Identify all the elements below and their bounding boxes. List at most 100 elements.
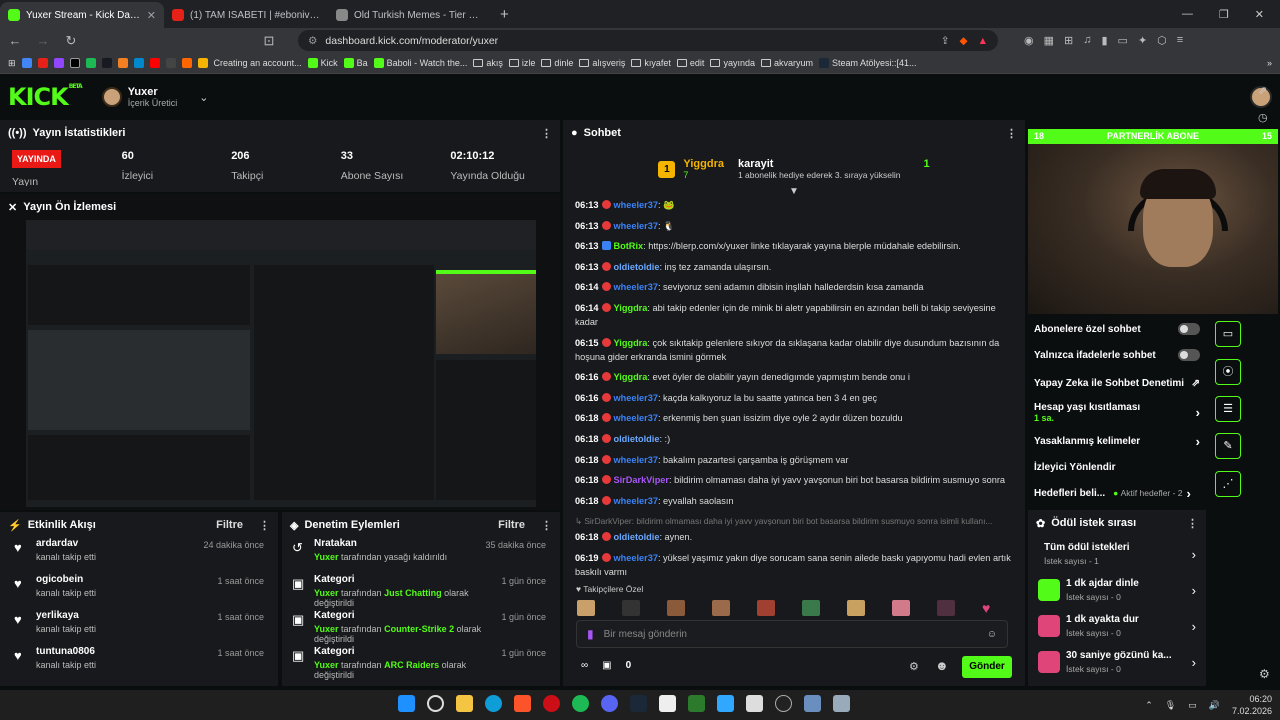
msg-user[interactable]: wheeler37 bbox=[614, 200, 658, 210]
mic-icon[interactable]: ▮ bbox=[587, 627, 594, 641]
bookmark-item[interactable]: Ba bbox=[343, 58, 368, 68]
shield-icon[interactable]: ◆ bbox=[960, 35, 968, 47]
msg-user[interactable]: wheeler37 bbox=[614, 553, 658, 563]
clock[interactable]: 06:20 7.02.2026 bbox=[1232, 693, 1272, 717]
bookmark-folder[interactable]: akış bbox=[473, 58, 503, 68]
reload-icon[interactable]: ↻ bbox=[64, 33, 78, 49]
edge-icon[interactable] bbox=[485, 695, 502, 712]
bookmark-item[interactable]: Kick bbox=[307, 58, 338, 68]
bookmark-item[interactable]: Steam Atölyesi::[41... bbox=[818, 58, 917, 68]
maximize-icon[interactable]: ❐ bbox=[1219, 8, 1229, 21]
msg-user[interactable]: wheeler37 bbox=[614, 393, 658, 403]
bookmark-site-icon[interactable] bbox=[117, 58, 128, 68]
avatar[interactable] bbox=[101, 87, 122, 107]
emote-only-toggle[interactable] bbox=[1178, 349, 1200, 361]
msg-user[interactable]: oldietoldie bbox=[614, 434, 660, 444]
search-icon[interactable] bbox=[427, 695, 444, 712]
reward-row[interactable]: 1 dk ajdar dinle İstek sayısı - 0 › bbox=[1028, 572, 1206, 608]
bookmark-site-icon[interactable] bbox=[197, 58, 208, 68]
msg-user[interactable]: Yiggdra bbox=[614, 303, 648, 313]
msg-user[interactable]: Yiggdra bbox=[614, 372, 648, 382]
share-icon[interactable]: ⋰ bbox=[1215, 471, 1241, 497]
google-icon[interactable] bbox=[21, 58, 32, 68]
brave-icon[interactable] bbox=[514, 695, 531, 712]
more-options-icon[interactable]: ⋮ bbox=[541, 519, 552, 532]
close-icon[interactable]: ✕ bbox=[147, 9, 156, 22]
new-tab-icon[interactable]: + bbox=[492, 6, 517, 28]
opera-icon[interactable] bbox=[543, 695, 560, 712]
emote-icon[interactable] bbox=[712, 600, 730, 616]
bookmark-site-icon[interactable] bbox=[181, 58, 192, 68]
filter-button[interactable]: Filtre bbox=[216, 519, 243, 531]
back-icon[interactable]: ← bbox=[8, 33, 22, 48]
address-bar[interactable]: ⚙ dashboard.kick.com/moderator/yuxer ⇪ ◆… bbox=[298, 30, 998, 51]
broadcast-icon[interactable]: ⦿ bbox=[1215, 359, 1241, 385]
points-icon[interactable]: ∞ bbox=[581, 660, 588, 671]
emote-icon[interactable] bbox=[802, 600, 820, 616]
bookmark-folder[interactable]: edit bbox=[676, 58, 704, 68]
sidebar-link-icon[interactable]: ⇗ bbox=[1258, 84, 1268, 97]
sub-only-toggle[interactable] bbox=[1178, 323, 1200, 335]
emote-icon[interactable] bbox=[937, 600, 955, 616]
obs-icon[interactable] bbox=[775, 695, 792, 712]
emote-icon[interactable] bbox=[667, 600, 685, 616]
heart-emote-icon[interactable]: ♥ bbox=[982, 600, 1000, 616]
photoshop-icon[interactable] bbox=[717, 695, 734, 712]
spotify-icon[interactable] bbox=[572, 695, 589, 712]
msg-user[interactable]: wheeler37 bbox=[614, 455, 658, 465]
bookmark-folder[interactable]: alışveriş bbox=[579, 58, 625, 68]
bookmark-site-icon[interactable] bbox=[149, 58, 160, 68]
send-button[interactable]: Gönder bbox=[962, 656, 1012, 678]
chat-settings-icon[interactable]: ⚙ bbox=[909, 660, 919, 673]
file-explorer-icon[interactable] bbox=[456, 695, 473, 712]
emote-icon[interactable] bbox=[892, 600, 910, 616]
more-options-icon[interactable]: ⋮ bbox=[541, 127, 552, 140]
msg-user[interactable]: oldietoldie bbox=[614, 532, 660, 542]
chevron-down-icon[interactable]: ⌄ bbox=[199, 91, 208, 104]
wrench-icon[interactable]: ✎ bbox=[1215, 433, 1241, 459]
network-icon[interactable]: ▭ bbox=[1188, 700, 1197, 711]
emoji-icon[interactable]: ☺ bbox=[987, 629, 997, 640]
msg-user[interactable]: SirDarkViper bbox=[614, 475, 670, 485]
volume-icon[interactable]: 🔊 bbox=[1209, 700, 1220, 711]
tray-expand-icon[interactable]: ⌃ bbox=[1145, 700, 1153, 711]
emote-icon[interactable] bbox=[757, 600, 775, 616]
extension-icon[interactable]: ◉ bbox=[1024, 34, 1034, 47]
bookmark-folder[interactable]: akvaryum bbox=[760, 58, 813, 68]
targets-row[interactable]: Hedefleri beli... ● Aktif hedefler - 2 › bbox=[1028, 480, 1206, 506]
chat-toggle-icon[interactable]: ▭ bbox=[1215, 321, 1241, 347]
sidebar-icon[interactable]: ▮ bbox=[1101, 34, 1107, 47]
emote-only-toggle-row[interactable]: Yalnızca ifadelerle sohbet bbox=[1028, 340, 1206, 370]
music-icon[interactable]: ♫ bbox=[1083, 34, 1091, 47]
reward-row[interactable]: Tüm ödül istekleri İstek sayısı - 1 › bbox=[1028, 536, 1206, 572]
x-icon[interactable] bbox=[69, 58, 80, 68]
bookmark-site-icon[interactable] bbox=[165, 58, 176, 68]
app-icon[interactable] bbox=[746, 695, 763, 712]
discord-icon[interactable] bbox=[601, 695, 618, 712]
app-icon[interactable] bbox=[688, 695, 705, 712]
rewards-icon[interactable]: ▲ bbox=[978, 35, 988, 47]
msg-user[interactable]: wheeler37 bbox=[614, 282, 658, 292]
close-window-icon[interactable]: ✕ bbox=[1255, 8, 1264, 21]
msg-user[interactable]: wheeler37 bbox=[614, 496, 658, 506]
msg-user[interactable]: wheeler37 bbox=[614, 221, 658, 231]
redirect-viewers-row[interactable]: İzleyici Yönlendir bbox=[1028, 454, 1206, 480]
youtube-icon[interactable] bbox=[37, 58, 48, 68]
reward-row[interactable]: 30 saniye gözünü ka... İstek sayısı - 0 › bbox=[1028, 644, 1206, 680]
bookmark-item[interactable]: Baboli - Watch the... bbox=[373, 58, 467, 68]
layout-icon[interactable]: ☰ bbox=[1215, 396, 1241, 422]
browser-tab[interactable]: Yuxer Stream - Kick Dashboard ✕ bbox=[0, 2, 164, 28]
bookmark-item[interactable]: Creating an account... bbox=[214, 58, 302, 68]
settings-icon[interactable] bbox=[833, 695, 850, 712]
more-options-icon[interactable]: ⋮ bbox=[1187, 517, 1198, 530]
account-age-row[interactable]: Hesap yaşı kısıtlaması 1 sa. › bbox=[1028, 396, 1206, 428]
bookmark-folder[interactable]: kıyafet bbox=[631, 58, 671, 68]
bookmark-folder[interactable]: dinle bbox=[541, 58, 573, 68]
sidebar-settings-icon[interactable]: ⚙ bbox=[1259, 667, 1270, 681]
chat-input[interactable]: ▮ Bir mesaj gönderin ☺ bbox=[576, 620, 1008, 648]
bookmark-folder[interactable]: yayında bbox=[710, 58, 755, 68]
vpn-icon[interactable]: ⬡ bbox=[1157, 34, 1167, 47]
emote-icon[interactable] bbox=[577, 600, 595, 616]
sub-only-toggle-row[interactable]: Abonelere özel sohbet bbox=[1028, 318, 1206, 340]
reward-row[interactable]: 1 dk ayakta dur İstek sayısı - 0 › bbox=[1028, 608, 1206, 644]
